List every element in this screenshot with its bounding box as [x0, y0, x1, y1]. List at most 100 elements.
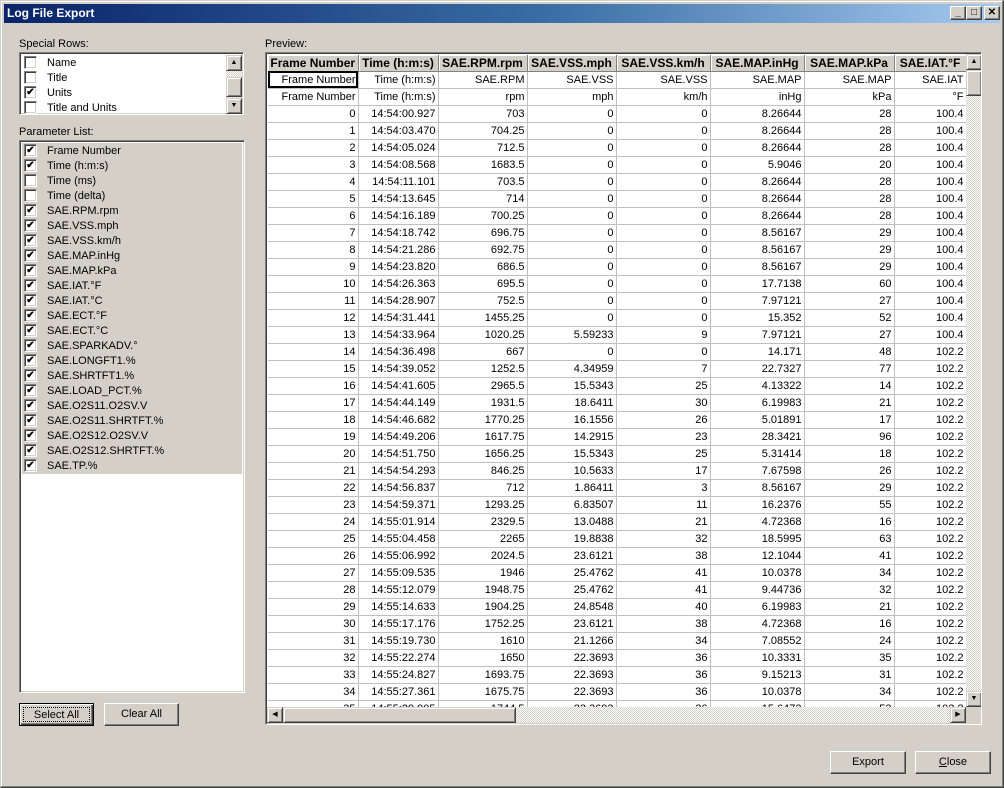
table-cell[interactable]: 0 — [527, 173, 617, 191]
table-cell[interactable]: 2965.5 — [438, 377, 528, 395]
checkbox-checked[interactable]: ✔ — [24, 264, 37, 277]
parameter-item[interactable]: ✔ SAE.LOAD_PCT.% — [22, 383, 142, 398]
select-all-button[interactable]: Select All — [19, 703, 94, 726]
table-cell[interactable]: 41 — [804, 547, 895, 565]
table-cell[interactable]: 14:54:39.052 — [358, 360, 439, 378]
preview-horizontal-scrollbar[interactable]: ◀ ▶ — [267, 707, 966, 723]
table-cell[interactable]: 8.26644 — [710, 139, 805, 157]
table-cell[interactable]: 6.19983 — [710, 598, 805, 616]
table-cell[interactable]: 8.26644 — [710, 173, 805, 191]
table-cell[interactable]: 100.4 — [894, 241, 967, 259]
checkbox-checked[interactable]: ✔ — [24, 204, 37, 217]
table-cell[interactable]: Time (h:m:s) — [358, 88, 439, 106]
table-cell[interactable]: 14:54:26.363 — [358, 275, 439, 293]
table-cell[interactable]: 0 — [616, 139, 711, 157]
table-cell[interactable]: 14:55:09.535 — [358, 564, 439, 582]
table-cell[interactable]: 34 — [804, 683, 895, 701]
table-cell[interactable]: 28 — [804, 190, 895, 208]
table-cell[interactable]: 15.5343 — [527, 445, 617, 463]
table-cell[interactable]: 1293.25 — [438, 496, 528, 514]
table-cell[interactable]: 102.2 — [894, 394, 967, 412]
table-cell[interactable]: Frame Number — [268, 88, 359, 106]
table-cell[interactable]: 25.4762 — [527, 581, 617, 599]
table-cell[interactable]: 41 — [616, 581, 711, 599]
table-cell[interactable]: 30 — [268, 615, 359, 633]
checkbox-checked[interactable]: ✔ — [24, 399, 37, 412]
table-cell[interactable]: 33 — [268, 666, 359, 684]
table-cell[interactable]: 100.4 — [894, 190, 967, 208]
table-cell[interactable]: 14:54:00.927 — [358, 105, 439, 123]
table-cell[interactable]: 9.15213 — [710, 666, 805, 684]
parameter-item[interactable]: ✔ SAE.O2S12.O2SV.V — [22, 428, 148, 443]
table-cell[interactable]: 24 — [268, 513, 359, 531]
checkbox-checked[interactable]: ✔ — [24, 459, 37, 472]
table-cell[interactable]: 14:55:06.992 — [358, 547, 439, 565]
checkbox-checked[interactable]: ✔ — [24, 249, 37, 262]
checkbox-checked[interactable]: ✔ — [24, 144, 37, 157]
table-cell[interactable]: 15 — [268, 360, 359, 378]
table-cell[interactable]: 8 — [268, 241, 359, 259]
special-row-item[interactable]: Title — [22, 70, 67, 85]
table-cell[interactable]: 7 — [268, 224, 359, 242]
table-cell[interactable]: 703 — [438, 105, 528, 123]
table-cell[interactable]: 29 — [804, 241, 895, 259]
table-cell[interactable]: 100.4 — [894, 292, 967, 310]
table-cell[interactable]: 1946 — [438, 564, 528, 582]
checkbox-checked[interactable]: ✔ — [24, 384, 37, 397]
table-cell[interactable]: 14:54:16.189 — [358, 207, 439, 225]
checkbox-checked[interactable]: ✔ — [24, 159, 37, 172]
preview-vertical-scrollbar[interactable]: ▲ ▼ — [966, 54, 981, 707]
table-cell[interactable]: 2329.5 — [438, 513, 528, 531]
scroll-down-button[interactable]: ▼ — [966, 691, 981, 707]
table-cell[interactable]: 1693.75 — [438, 666, 528, 684]
table-cell[interactable]: 6.83507 — [527, 496, 617, 514]
table-cell[interactable]: 100.4 — [894, 326, 967, 344]
table-cell[interactable]: 14:55:27.361 — [358, 683, 439, 701]
table-cell[interactable]: 16.2376 — [710, 496, 805, 514]
table-cell[interactable]: 4 — [268, 173, 359, 191]
clear-all-button[interactable]: Clear All — [104, 703, 179, 726]
table-cell[interactable]: 102.2 — [894, 666, 967, 684]
table-cell[interactable]: 102.2 — [894, 530, 967, 548]
table-cell[interactable]: 0 — [616, 309, 711, 327]
table-cell[interactable]: 704.25 — [438, 122, 528, 140]
table-cell[interactable]: 22.3693 — [527, 683, 617, 701]
special-row-item[interactable]: ✔ Units — [22, 85, 72, 100]
table-cell[interactable]: 14:54:54.293 — [358, 462, 439, 480]
table-cell[interactable]: 18.5995 — [710, 530, 805, 548]
table-cell[interactable]: 0 — [616, 173, 711, 191]
scroll-up-button[interactable]: ▲ — [226, 55, 242, 71]
parameter-item[interactable]: ✔ SAE.IAT.°C — [22, 293, 103, 308]
horizontal-scroll-thumb[interactable] — [283, 707, 516, 723]
table-cell[interactable]: 0 — [616, 207, 711, 225]
table-cell[interactable]: 0 — [616, 190, 711, 208]
table-cell[interactable]: °F — [894, 88, 967, 106]
checkbox-unchecked[interactable] — [24, 56, 37, 69]
table-cell[interactable]: 10.3331 — [710, 649, 805, 667]
table-cell[interactable]: 686.5 — [438, 258, 528, 276]
table-cell[interactable]: 1455.25 — [438, 309, 528, 327]
table-cell[interactable]: 692.75 — [438, 241, 528, 259]
table-cell[interactable]: 77 — [804, 360, 895, 378]
table-cell[interactable]: 14:54:44.149 — [358, 394, 439, 412]
table-cell[interactable]: 23.6121 — [527, 615, 617, 633]
checkbox-checked[interactable]: ✔ — [24, 354, 37, 367]
table-cell[interactable]: 712 — [438, 479, 528, 497]
table-cell[interactable]: 100.4 — [894, 224, 967, 242]
table-cell[interactable]: 0 — [616, 156, 711, 174]
table-cell[interactable]: 703.5 — [438, 173, 528, 191]
table-cell[interactable]: 19 — [268, 428, 359, 446]
table-cell[interactable]: 17 — [804, 411, 895, 429]
table-cell[interactable]: 100.4 — [894, 156, 967, 174]
table-cell[interactable]: 28 — [804, 139, 895, 157]
parameter-item[interactable]: ✔ SAE.VSS.mph — [22, 218, 119, 233]
table-cell[interactable]: 102.2 — [894, 360, 967, 378]
table-cell[interactable]: 14:54:11.101 — [358, 173, 439, 191]
column-header[interactable]: Time (h:m:s) — [358, 55, 439, 72]
table-cell[interactable]: 14 — [804, 377, 895, 395]
table-cell[interactable]: SAE.MAP — [804, 71, 895, 89]
column-header[interactable]: SAE.RPM.rpm — [438, 55, 528, 72]
table-cell[interactable]: Time (h:m:s) — [358, 71, 439, 89]
table-cell[interactable]: 38 — [616, 615, 711, 633]
table-cell[interactable]: 28.3421 — [710, 428, 805, 446]
